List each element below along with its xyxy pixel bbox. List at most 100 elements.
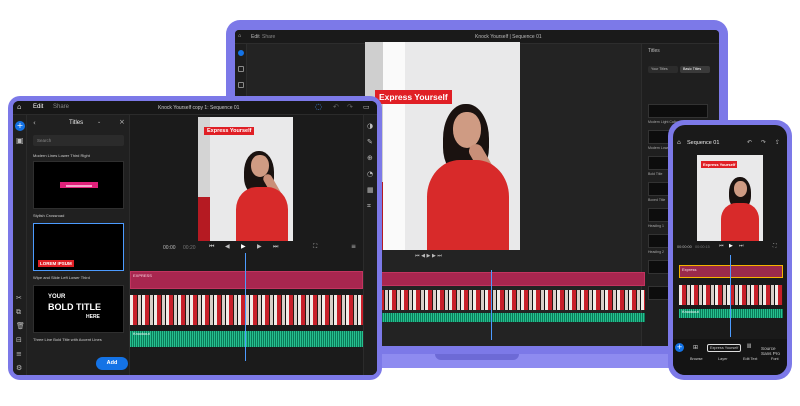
track-label: Express: [682, 267, 697, 272]
track-label: Knockout: [682, 309, 699, 314]
tablet-video-track[interactable]: [130, 295, 363, 325]
menu-icon[interactable]: ≡: [351, 244, 356, 250]
play-icon[interactable]: ▶: [729, 244, 733, 249]
phone-video-track[interactable]: [679, 285, 783, 305]
redo-icon[interactable]: ↷: [347, 104, 353, 111]
tablet-panel-title: Titles: [69, 120, 84, 126]
phone-title-track[interactable]: Express: [679, 265, 783, 278]
phone-caption[interactable]: Express Yourself: [701, 161, 738, 168]
font-label: Font: [771, 357, 779, 361]
laptop-window-title: Knock Yourself | Sequence 01: [475, 34, 542, 40]
step-forward-icon[interactable]: ⏭: [739, 244, 744, 249]
export-icon[interactable]: ⇪: [775, 140, 780, 146]
media-icon[interactable]: [238, 66, 244, 72]
edit-text-icon[interactable]: Ⅲ: [747, 344, 751, 350]
card-label: Wipe and Slide Left Lower Third: [33, 275, 90, 280]
home-icon[interactable]: ⌂: [17, 104, 21, 111]
laptop-video-preview[interactable]: Express Yourself: [365, 42, 520, 250]
search-input[interactable]: Search: [33, 135, 124, 146]
laptop-timeline[interactable]: ⏮ ◀ ▶ ▶ ⏭: [365, 250, 645, 340]
split-icon[interactable]: ⊟: [16, 337, 22, 344]
phone-screen: ⌂ Sequence 01 ↶ ↷ ⇪ Express Yourself 00:…: [673, 125, 787, 375]
laptop-panel-title: Titles: [648, 48, 660, 54]
tablet-title-track[interactable]: EXPRESS: [130, 271, 363, 289]
phone-video-preview[interactable]: Express Yourself: [697, 155, 763, 241]
frame-forward-icon[interactable]: ▶: [257, 244, 262, 250]
speed-icon[interactable]: ◔: [367, 171, 373, 178]
laptop-tab-share[interactable]: Share: [262, 34, 275, 40]
home-icon[interactable]: ⌂: [238, 34, 241, 39]
layers-icon[interactable]: ≡: [16, 351, 22, 358]
laptop-title-track[interactable]: [365, 272, 645, 286]
progress-spinner-icon: ◌: [315, 102, 322, 111]
duplicate-icon[interactable]: ⧉: [16, 309, 21, 316]
brush-icon[interactable]: ✎: [367, 139, 373, 146]
home-icon[interactable]: ⌂: [677, 140, 681, 146]
undo-icon[interactable]: ↶: [333, 104, 339, 111]
laptop-tab-edit[interactable]: Edit: [251, 34, 260, 40]
laptop-audio-track[interactable]: [365, 313, 645, 322]
tablet-tab-edit[interactable]: Edit: [33, 104, 43, 110]
tablet-tab-share[interactable]: Share: [53, 104, 69, 110]
laptop-video-track[interactable]: [365, 290, 645, 310]
comment-icon[interactable]: ▭: [363, 104, 370, 111]
transform-icon[interactable]: ⊕: [367, 155, 373, 162]
titles-icon[interactable]: [238, 82, 244, 88]
title-card-three-line-bold[interactable]: YOUR BOLD TITLE HERE: [33, 285, 124, 333]
settings-icon[interactable]: ⚙: [16, 365, 22, 372]
phone-bottom-toolbar: + ⊞ Browse Express Yourself Layer Ⅲ Edit…: [673, 339, 787, 375]
card-label: Stylish Crossroad: [33, 213, 65, 218]
fullscreen-icon[interactable]: ⛶: [773, 244, 777, 249]
font-name[interactable]: Source Sans Pro: [761, 346, 787, 356]
title-card-wipe-slide[interactable]: LOREM IPSUM: [33, 223, 124, 271]
laptop-thumb-label: Heading 1: [648, 224, 664, 228]
phone-header: ⌂ Sequence 01 ↶ ↷ ⇪: [673, 137, 787, 151]
chevron-down-icon[interactable]: ⌄: [97, 120, 101, 125]
device-showcase: ⌂ Edit Share Knock Yourself | Sequence 0…: [0, 0, 800, 406]
step-back-icon[interactable]: ⏮: [209, 244, 214, 250]
tablet-audio-track[interactable]: Knockout: [130, 331, 363, 347]
tablet-playhead[interactable]: [245, 253, 246, 361]
tablet-video-preview[interactable]: Express Yourself: [198, 117, 293, 241]
edit-text-label[interactable]: Edit Text: [743, 357, 758, 361]
phone-audio-track[interactable]: Knockout: [679, 309, 783, 318]
undo-icon[interactable]: ↶: [747, 140, 752, 146]
tablet-caption[interactable]: Express Yourself: [204, 127, 255, 135]
tablet-right-tools: ◑ ✎ ⊕ ◔ ▦ ⌗: [363, 115, 377, 375]
laptop-tab-basic-titles[interactable]: Basic Titles: [683, 67, 701, 71]
close-icon[interactable]: ×: [119, 119, 125, 126]
step-forward-icon[interactable]: ⏭: [273, 244, 278, 250]
laptop-caption[interactable]: Express Yourself: [375, 90, 452, 104]
media-icon[interactable]: ▣: [16, 137, 24, 145]
laptop-tab-your-titles[interactable]: Your Titles: [651, 67, 668, 71]
back-icon[interactable]: ‹: [33, 120, 36, 127]
phone-playhead[interactable]: [730, 255, 731, 337]
browse-label[interactable]: Browse: [690, 357, 703, 361]
tablet-timeline[interactable]: EXPRESS Knockout: [130, 269, 363, 375]
laptop-transport-controls[interactable]: ⏮ ◀ ▶ ▶ ⏭: [415, 254, 442, 259]
step-back-icon[interactable]: ⏮: [719, 244, 724, 249]
crop-icon[interactable]: ⌗: [367, 203, 371, 210]
laptop-thumb[interactable]: [648, 104, 708, 118]
card-text-line: YOUR: [48, 294, 66, 300]
add-media-icon[interactable]: +: [15, 121, 25, 131]
grid-icon[interactable]: ▦: [367, 187, 374, 194]
tablet-titles-panel: ‹ Titles ⌄ × Search Modern Lines Lower T…: [27, 115, 130, 375]
card-label: Modern Lines Lower Third Right: [33, 153, 90, 158]
play-icon[interactable]: ▶: [241, 244, 246, 250]
tablet-window-title: Knock Yourself copy 1: Sequence 01: [158, 105, 240, 111]
add-button[interactable]: Add: [96, 357, 128, 370]
layer-label: Layer: [718, 357, 728, 361]
redo-icon[interactable]: ↷: [761, 140, 766, 146]
color-icon[interactable]: ◑: [367, 123, 373, 130]
layer-chip[interactable]: Express Yourself: [707, 344, 742, 352]
frame-back-icon[interactable]: ◀: [225, 244, 230, 250]
browse-icon[interactable]: ⊞: [693, 345, 698, 351]
fullscreen-icon[interactable]: ⛶: [313, 244, 317, 250]
title-card-stylish-crossroad[interactable]: [33, 161, 124, 209]
delete-icon[interactable]: 🗑: [16, 323, 25, 330]
add-media-icon[interactable]: +: [675, 343, 684, 352]
add-media-icon[interactable]: [238, 50, 244, 56]
scissors-icon[interactable]: ✂: [16, 295, 22, 302]
laptop-playhead[interactable]: [491, 270, 492, 340]
